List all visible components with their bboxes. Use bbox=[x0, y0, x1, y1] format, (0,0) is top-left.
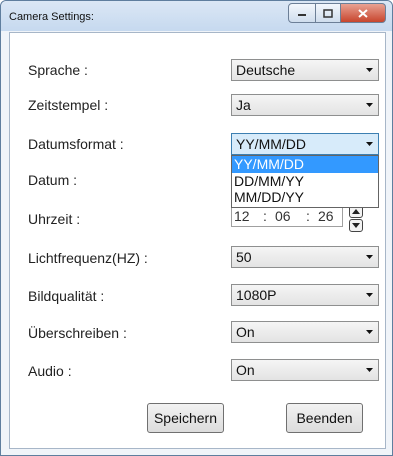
ueberschreiben-label: Überschreiben : bbox=[28, 325, 127, 341]
sprache-value: Deutsche bbox=[236, 62, 296, 78]
sprache-select[interactable]: Deutsche bbox=[231, 59, 379, 81]
uhrzeit-label: Uhrzeit : bbox=[28, 211, 81, 227]
close-button[interactable] bbox=[341, 3, 386, 23]
bildqualitaet-value: 1080P bbox=[236, 287, 277, 303]
window-controls bbox=[288, 3, 386, 23]
hour-field[interactable]: 12 bbox=[234, 208, 250, 224]
time-separator: : bbox=[306, 208, 310, 224]
audio-value: On bbox=[236, 362, 255, 378]
chevron-down-icon bbox=[366, 142, 373, 146]
chevron-down-icon bbox=[366, 68, 373, 72]
dropdown-option[interactable]: MM/DD/YY bbox=[232, 189, 378, 206]
lichtfrequenz-select[interactable]: 50 bbox=[231, 246, 379, 268]
title-bar: Camera Settings: bbox=[1, 1, 392, 31]
zeitstempel-label: Zeitstempel : bbox=[28, 97, 109, 113]
spin-up-icon bbox=[352, 209, 360, 214]
lichtfrequenz-value: 50 bbox=[236, 249, 252, 265]
chevron-down-icon bbox=[366, 103, 373, 107]
chevron-down-icon bbox=[366, 255, 373, 259]
audio-select[interactable]: On bbox=[231, 359, 379, 381]
save-button[interactable]: Speichern bbox=[147, 403, 224, 433]
quit-button[interactable]: Beenden bbox=[286, 403, 363, 433]
minute-field[interactable]: 06 bbox=[275, 208, 291, 224]
datumsformat-select[interactable]: YY/MM/DD bbox=[231, 133, 379, 155]
audio-label: Audio : bbox=[28, 363, 72, 379]
dropdown-option[interactable]: DD/MM/YY bbox=[232, 173, 378, 190]
minimize-icon bbox=[298, 14, 306, 16]
settings-panel: Sprache : Deutsche Zeitstempel : Ja Datu… bbox=[9, 32, 386, 449]
datumsformat-dropdown-list: YY/MM/DD DD/MM/YY MM/DD/YY bbox=[231, 155, 379, 208]
maximize-button[interactable] bbox=[316, 3, 341, 23]
minimize-button[interactable] bbox=[288, 3, 316, 23]
chevron-down-icon bbox=[366, 368, 373, 372]
zeitstempel-value: Ja bbox=[236, 97, 251, 113]
time-spinner bbox=[349, 205, 363, 232]
close-icon bbox=[358, 8, 368, 18]
datumsformat-value: YY/MM/DD bbox=[236, 136, 306, 152]
camera-settings-window: Camera Settings: Sprache : Deutsche Zeit… bbox=[0, 0, 393, 456]
zeitstempel-select[interactable]: Ja bbox=[231, 94, 379, 116]
chevron-down-icon bbox=[366, 293, 373, 297]
bildqualitaet-label: Bildqualität : bbox=[28, 288, 105, 304]
time-field[interactable]: 12 : 06 : 26 bbox=[231, 205, 343, 227]
time-separator: : bbox=[263, 208, 267, 224]
ueberschreiben-value: On bbox=[236, 324, 255, 340]
dropdown-option[interactable]: YY/MM/DD bbox=[232, 156, 378, 173]
window-title: Camera Settings: bbox=[9, 11, 94, 23]
maximize-icon bbox=[323, 8, 333, 18]
lichtfrequenz-label: Lichtfrequenz(HZ) : bbox=[28, 250, 148, 266]
sprache-label: Sprache : bbox=[28, 62, 88, 78]
spin-down-icon bbox=[352, 223, 360, 228]
datumsformat-label: Datumsformat : bbox=[28, 136, 124, 152]
datum-label: Datum : bbox=[28, 172, 78, 188]
chevron-down-icon bbox=[366, 330, 373, 334]
second-field[interactable]: 26 bbox=[318, 208, 334, 224]
ueberschreiben-select[interactable]: On bbox=[231, 321, 379, 343]
spin-down-button[interactable] bbox=[349, 219, 363, 232]
bildqualitaet-select[interactable]: 1080P bbox=[231, 284, 379, 306]
